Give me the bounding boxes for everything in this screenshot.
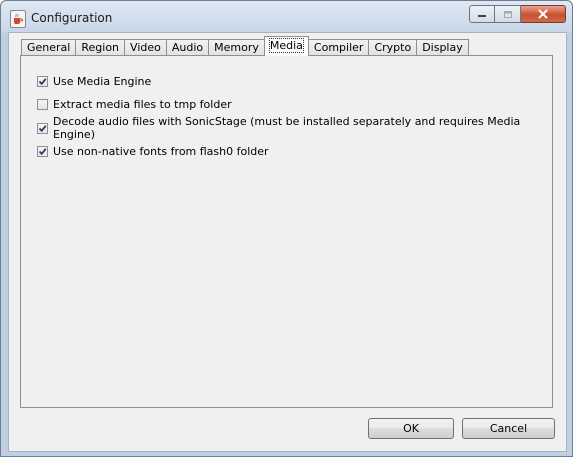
tab-audio[interactable]: Audio — [165, 39, 210, 56]
close-button[interactable] — [521, 5, 566, 23]
tab-video[interactable]: Video — [124, 39, 167, 56]
tab-label: General — [27, 41, 71, 54]
media-tab-panel: Use Media Engine Extract media files to … — [20, 55, 553, 408]
tab-compiler[interactable]: Compiler — [307, 39, 370, 56]
checkmark-icon — [38, 147, 47, 155]
close-icon — [521, 6, 565, 22]
java-cup-icon — [10, 10, 26, 28]
tab-label: Region — [81, 41, 120, 54]
tab-crypto[interactable]: Crypto — [368, 39, 418, 56]
tab-strip: General Region Video Audio Memory Media … — [21, 36, 469, 56]
checkbox-label: Decode audio files with SonicStage (must… — [53, 115, 521, 141]
checkbox-label: Use Media Engine — [53, 74, 152, 88]
extract-media-files-option[interactable]: Extract media files to tmp folder — [37, 96, 232, 112]
tab-label: Crypto — [374, 41, 412, 54]
tab-label: Memory — [214, 41, 259, 54]
checkbox-label: Extract media files to tmp folder — [53, 97, 232, 111]
tab-label: Display — [422, 41, 463, 54]
extract-media-files-checkbox[interactable] — [37, 98, 48, 110]
cancel-button[interactable]: Cancel — [462, 418, 555, 439]
decode-sonicstage-option[interactable]: Decode audio files with SonicStage (must… — [37, 115, 552, 141]
maximize-icon — [495, 6, 520, 22]
non-native-fonts-checkbox[interactable] — [37, 145, 48, 157]
tab-label: Compiler — [313, 41, 364, 54]
minimize-button[interactable] — [469, 5, 495, 23]
tab-label: Media — [268, 38, 304, 53]
tab-region[interactable]: Region — [75, 39, 126, 56]
tab-label: Video — [130, 41, 161, 54]
use-media-engine-checkbox[interactable] — [37, 75, 48, 87]
window-controls — [469, 5, 566, 23]
tab-general[interactable]: General — [21, 39, 77, 56]
tab-display[interactable]: Display — [416, 39, 469, 56]
title-bar[interactable]: Configuration — [1, 1, 572, 34]
tab-media[interactable]: Media — [263, 36, 309, 56]
configuration-window: Configuration General Region Video Audio… — [0, 0, 573, 457]
checkbox-label: Use non-native fonts from flash0 folder — [53, 144, 269, 158]
ok-button[interactable]: OK — [368, 418, 454, 439]
use-media-engine-option[interactable]: Use Media Engine — [37, 73, 151, 89]
non-native-fonts-option[interactable]: Use non-native fonts from flash0 folder — [37, 143, 269, 159]
tab-label: Audio — [171, 41, 204, 54]
checkmark-icon — [38, 124, 47, 132]
decode-sonicstage-checkbox[interactable] — [37, 122, 48, 134]
maximize-button[interactable] — [495, 5, 521, 23]
window-title: Configuration — [31, 11, 113, 25]
dialog-content: General Region Video Audio Memory Media … — [8, 32, 567, 452]
checkmark-icon — [38, 77, 47, 85]
tab-memory[interactable]: Memory — [208, 39, 265, 56]
minimize-icon — [470, 6, 494, 22]
